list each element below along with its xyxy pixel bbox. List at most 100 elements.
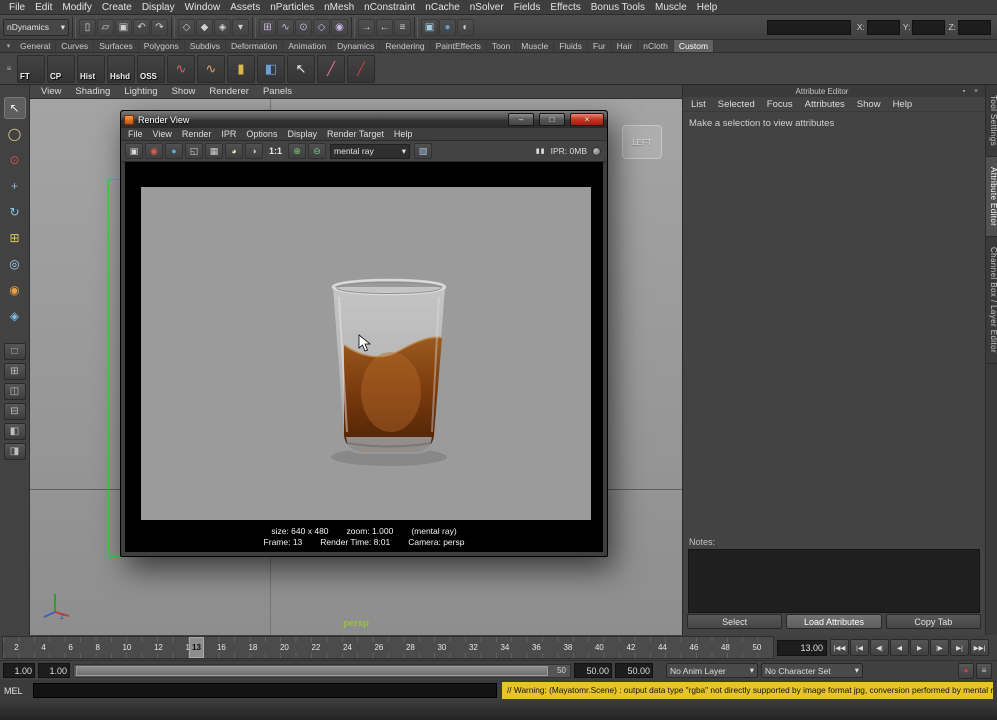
step-forward-key-button[interactable]: |▶	[930, 639, 949, 656]
paint-selection-tool[interactable]: ⊙	[4, 149, 26, 171]
ep-curve-tool-icon[interactable]: ∿	[197, 54, 225, 83]
status-line-divider[interactable]	[171, 16, 175, 38]
renderer-dropdown[interactable]: mental ray ▾	[330, 143, 411, 159]
animation-start-field[interactable]	[3, 663, 35, 678]
panel-menu-item[interactable]: Lighting	[117, 86, 164, 97]
panel-menu-item[interactable]: Shading	[68, 86, 117, 97]
shelf-hshd-button[interactable]: Hshd	[107, 54, 135, 83]
menu-item[interactable]: nCache	[420, 0, 464, 15]
two-pane-side-layout-button[interactable]: ◫	[3, 383, 26, 400]
character-set-dropdown[interactable]: No Character Set ▾	[761, 663, 863, 678]
render-view-menu-item[interactable]: Render	[177, 129, 217, 139]
render-settings-icon[interactable]: ◐	[457, 18, 474, 36]
render-view-titlebar[interactable]: Render View – □ ×	[121, 111, 607, 128]
select-object-icon[interactable]: ◆	[196, 18, 213, 36]
keep-image-icon[interactable]: ⊕	[288, 143, 307, 159]
menu-item[interactable]: Bonus Tools	[586, 0, 650, 15]
shelf-tab[interactable]: Fur	[588, 40, 612, 52]
animation-end-field[interactable]	[615, 663, 653, 678]
menu-set-dropdown[interactable]: nDynamics ▾	[3, 18, 69, 36]
input-connections-icon[interactable]: →	[358, 18, 375, 36]
shelf-tab[interactable]: Dynamics	[332, 40, 381, 52]
two-pane-stacked-layout-button[interactable]: ⊟	[3, 403, 26, 420]
alpha-channels-icon[interactable]: ◑	[245, 143, 263, 159]
menu-item[interactable]: File	[4, 0, 30, 15]
output-connections-icon[interactable]: ←	[376, 18, 393, 36]
menu-item[interactable]: Effects	[545, 0, 585, 15]
current-frame-field[interactable]	[777, 639, 827, 656]
shelf-tab[interactable]: Subdivs	[185, 40, 226, 52]
step-back-key-button[interactable]: ◀|	[870, 639, 889, 656]
mel-toggle-button[interactable]: MEL	[4, 686, 28, 696]
shelf-ft-button[interactable]: FT	[17, 54, 45, 83]
shelf-cp-button[interactable]: CP	[47, 54, 75, 83]
menu-item[interactable]: nSolver	[465, 0, 509, 15]
save-scene-icon[interactable]: ▣	[115, 18, 132, 36]
time-slider[interactable]: 2468101214161820222426283032343638404244…	[2, 636, 774, 659]
coordinate-field[interactable]	[958, 19, 991, 35]
shelf-tab-menu-button[interactable]: ▾	[2, 40, 15, 52]
select-hierarchy-icon[interactable]: ◇	[178, 18, 195, 36]
anim-layer-dropdown[interactable]: No Anim Layer ▾	[666, 663, 758, 678]
status-line-divider[interactable]	[351, 16, 355, 38]
step-back-frame-button[interactable]: |◀	[850, 639, 869, 656]
status-line-divider[interactable]	[252, 16, 256, 38]
menu-item[interactable]: Fields	[509, 0, 546, 15]
menu-item[interactable]: nMesh	[319, 0, 359, 15]
shelf-tab[interactable]: Hair	[612, 40, 639, 52]
step-forward-frame-button[interactable]: ▶|	[950, 639, 969, 656]
range-slider-track[interactable]: 50	[73, 663, 571, 678]
paint-effects-brush-icon[interactable]: ╱	[317, 54, 345, 83]
panel-menu-item[interactable]: Show	[165, 86, 203, 97]
redo-icon[interactable]: ↷	[151, 18, 168, 36]
select-button[interactable]: Select	[687, 614, 783, 629]
shelf-hist-button[interactable]: Hist	[77, 54, 105, 83]
lasso-tool[interactable]: ◯	[4, 123, 26, 145]
render-view-menu-item[interactable]: File	[123, 129, 148, 139]
status-line-divider[interactable]	[414, 16, 418, 38]
undo-icon[interactable]: ↶	[133, 18, 150, 36]
panel-menu-item[interactable]: Panels	[256, 86, 299, 97]
animation-preferences-button[interactable]: ≡	[976, 662, 992, 679]
playback-end-field[interactable]	[574, 663, 612, 678]
minimize-button[interactable]: –	[508, 113, 534, 126]
render-settings-bucket-icon[interactable]: ▧	[414, 143, 433, 159]
go-to-end-button[interactable]: ▶▶|	[970, 639, 989, 656]
render-current-frame-icon[interactable]: ▣	[421, 18, 438, 36]
render-region-icon[interactable]: ◱	[185, 143, 203, 159]
selection-mask-dropdown-icon[interactable]: ▾	[232, 18, 249, 36]
range-slider-bar[interactable]	[76, 665, 548, 676]
coordinate-field[interactable]	[866, 19, 900, 35]
menu-item[interactable]: Edit	[30, 0, 57, 15]
menu-item[interactable]: Modify	[57, 0, 96, 15]
snap-to-grid-icon[interactable]: ⊞	[259, 18, 276, 36]
shelf-tab[interactable]: Deformation	[226, 40, 284, 52]
render-view-menu-item[interactable]: Options	[241, 129, 282, 139]
menu-item[interactable]: Display	[137, 0, 180, 15]
copy-tab-button[interactable]: Copy Tab	[885, 614, 981, 629]
render-view-menu-item[interactable]: Render Target	[322, 129, 389, 139]
attribute-editor-menu-item[interactable]: Focus	[761, 99, 799, 110]
shelf-tab[interactable]: Toon	[487, 40, 517, 52]
shelf-tab[interactable]: Surfaces	[94, 40, 139, 52]
panel-menu-item[interactable]: Renderer	[202, 86, 256, 97]
select-tool[interactable]: ↖	[3, 97, 26, 119]
redo-previous-render-icon[interactable]: ◉	[145, 143, 163, 159]
viewport-canvas[interactable]: LEFT persp z Render View – □ × File View…	[30, 99, 682, 635]
make-live-icon[interactable]: ◉	[331, 18, 348, 36]
shelf-tab[interactable]: PaintEffects	[431, 40, 487, 52]
current-frame-marker[interactable]: 13	[189, 637, 204, 658]
shelf-tab[interactable]: Custom	[673, 40, 715, 52]
ipr-render-icon[interactable]: ●	[165, 143, 183, 159]
attribute-editor-menu-item[interactable]: Help	[887, 99, 919, 110]
load-attributes-button[interactable]: Load Attributes	[786, 614, 882, 629]
scale-tool[interactable]: ⊞	[4, 227, 26, 249]
maximize-button[interactable]: □	[539, 113, 565, 126]
menu-item[interactable]: nConstraint	[359, 0, 420, 15]
shelf-tab[interactable]: Animation	[283, 40, 333, 52]
shelf-menu-button[interactable]: ≡	[3, 55, 15, 83]
menu-item[interactable]: Window	[180, 0, 226, 15]
open-scene-icon[interactable]: ▱	[97, 18, 114, 36]
attribute-editor-pin-icon[interactable]: ▪	[959, 86, 969, 96]
shelf-tab[interactable]: Rendering	[380, 40, 431, 52]
